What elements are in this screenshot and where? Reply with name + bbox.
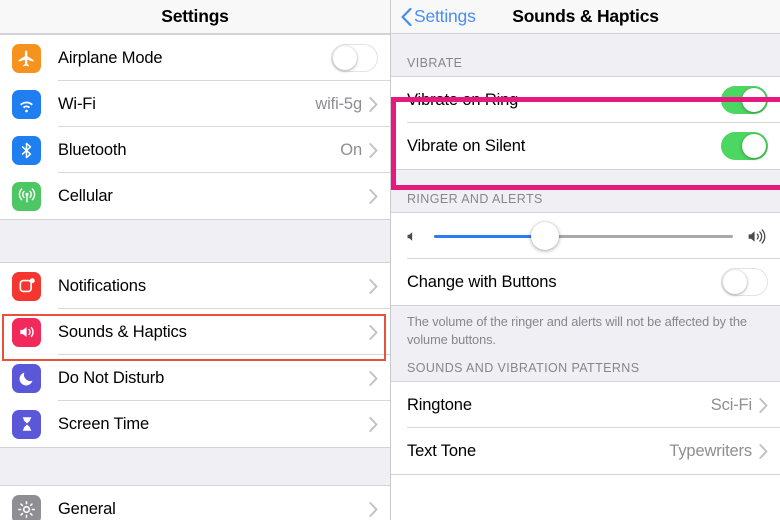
vibrate-on-silent-toggle[interactable] bbox=[721, 132, 768, 160]
row-change-with-buttons[interactable]: Change with Buttons bbox=[391, 259, 780, 305]
chevron-right-icon bbox=[759, 397, 768, 413]
sidebar-item-label: General bbox=[58, 499, 116, 518]
notifications-icon bbox=[12, 271, 41, 301]
slider-track-fill bbox=[434, 235, 545, 238]
group-gap-2 bbox=[0, 448, 390, 485]
wifi-value: wifi-5g bbox=[315, 94, 362, 113]
slider-thumb[interactable] bbox=[530, 222, 559, 250]
toggle-knob bbox=[333, 46, 357, 70]
toggle-knob bbox=[742, 134, 766, 158]
sidebar-item-label: Airplane Mode bbox=[58, 48, 163, 67]
settings-group-system: Notifications Sounds & Haptics Do Not Di… bbox=[0, 262, 390, 448]
vibrate-on-ring-toggle[interactable] bbox=[721, 86, 768, 114]
row-vibrate-on-ring[interactable]: Vibrate on Ring bbox=[391, 77, 780, 123]
settings-list-panel: Settings Airplane Mode Wi-Fi wifi-5g Blu… bbox=[0, 0, 390, 520]
sidebar-item-label: Do Not Disturb bbox=[58, 368, 165, 387]
settings-group-connectivity: Airplane Mode Wi-Fi wifi-5g Bluetooth On bbox=[0, 34, 390, 220]
cellular-icon bbox=[12, 181, 41, 211]
sidebar-item-label: Cellular bbox=[58, 186, 113, 205]
moon-icon bbox=[12, 363, 41, 393]
sidebar-item-notifications[interactable]: Notifications bbox=[0, 263, 390, 309]
row-label: Ringtone bbox=[407, 395, 472, 414]
ringtone-value: Sci-Fi bbox=[710, 395, 752, 414]
chevron-left-icon bbox=[401, 7, 412, 26]
patterns-section-header: SOUNDS AND VIBRATION PATTERNS bbox=[391, 357, 780, 382]
sidebar-item-label: Notifications bbox=[58, 276, 146, 295]
ringer-volume-row bbox=[391, 213, 780, 259]
sidebar-item-screen-time[interactable]: Screen Time bbox=[0, 401, 390, 447]
bluetooth-value: On bbox=[340, 140, 362, 159]
chevron-right-icon bbox=[369, 278, 378, 294]
ringer-volume-slider[interactable] bbox=[434, 222, 733, 250]
ringer-section-header: RINGER AND ALERTS bbox=[391, 170, 780, 212]
row-vibrate-on-silent[interactable]: Vibrate on Silent bbox=[391, 123, 780, 169]
change-with-buttons-toggle[interactable] bbox=[721, 268, 768, 296]
airplane-mode-toggle[interactable] bbox=[331, 44, 378, 72]
sidebar-item-label: Wi-Fi bbox=[58, 94, 96, 113]
sidebar-item-wifi[interactable]: Wi-Fi wifi-5g bbox=[0, 81, 390, 127]
sidebar-item-airplane-mode[interactable]: Airplane Mode bbox=[0, 35, 390, 81]
row-label: Text Tone bbox=[407, 441, 476, 460]
airplane-icon bbox=[12, 43, 41, 73]
ringer-section-footer: The volume of the ringer and alerts will… bbox=[391, 306, 780, 358]
chevron-right-icon bbox=[369, 96, 378, 112]
chevron-right-icon bbox=[369, 142, 378, 158]
sidebar-item-general[interactable]: General bbox=[0, 486, 390, 520]
row-label: Vibrate on Silent bbox=[407, 136, 526, 155]
speaker-high-icon bbox=[748, 228, 766, 244]
chevron-right-icon bbox=[369, 501, 378, 517]
chevron-right-icon bbox=[369, 370, 378, 386]
row-ringtone[interactable]: Ringtone Sci-Fi bbox=[391, 382, 780, 429]
app-screen: Settings Airplane Mode Wi-Fi wifi-5g Blu… bbox=[0, 0, 780, 520]
wifi-icon bbox=[12, 89, 41, 119]
sidebar-item-sounds-haptics[interactable]: Sounds & Haptics bbox=[0, 309, 390, 355]
sidebar-item-label: Bluetooth bbox=[58, 140, 127, 159]
patterns-group: Ringtone Sci-Fi Text Tone Typewriters bbox=[391, 381, 780, 476]
chevron-right-icon bbox=[369, 324, 378, 340]
sidebar-item-bluetooth[interactable]: Bluetooth On bbox=[0, 127, 390, 173]
row-label: Vibrate on Ring bbox=[407, 90, 519, 109]
sidebar-item-label: Screen Time bbox=[58, 414, 149, 433]
sidebar-item-cellular[interactable]: Cellular bbox=[0, 173, 390, 219]
row-label: Change with Buttons bbox=[407, 272, 557, 291]
chevron-right-icon bbox=[369, 188, 378, 204]
toggle-knob bbox=[742, 88, 766, 112]
page-title: Settings bbox=[161, 6, 229, 26]
left-navbar: Settings bbox=[0, 0, 390, 34]
back-button[interactable]: Settings bbox=[401, 6, 476, 27]
row-text-tone[interactable]: Text Tone Typewriters bbox=[391, 428, 780, 475]
toggle-knob bbox=[723, 270, 747, 294]
sounds-haptics-icon bbox=[12, 317, 41, 347]
bluetooth-icon bbox=[12, 135, 41, 165]
group-gap-1 bbox=[0, 220, 390, 262]
vibrate-group: Vibrate on Ring Vibrate on Silent bbox=[391, 76, 780, 170]
sidebar-item-label: Sounds & Haptics bbox=[58, 322, 187, 341]
speaker-low-icon bbox=[407, 231, 413, 241]
gear-icon bbox=[12, 494, 41, 520]
chevron-right-icon bbox=[369, 416, 378, 432]
text-tone-value: Typewriters bbox=[669, 441, 752, 460]
settings-group-general: General bbox=[0, 485, 390, 520]
sounds-haptics-detail-panel: Settings Sounds & Haptics VIBRATE Vibrat… bbox=[390, 0, 780, 520]
ringer-group: Change with Buttons bbox=[391, 212, 780, 306]
sidebar-item-do-not-disturb[interactable]: Do Not Disturb bbox=[0, 355, 390, 401]
vibrate-section-header: VIBRATE bbox=[391, 34, 780, 76]
hourglass-icon bbox=[12, 409, 41, 439]
back-button-label: Settings bbox=[414, 6, 476, 26]
chevron-right-icon bbox=[759, 443, 768, 459]
right-navbar: Settings Sounds & Haptics bbox=[391, 0, 780, 34]
